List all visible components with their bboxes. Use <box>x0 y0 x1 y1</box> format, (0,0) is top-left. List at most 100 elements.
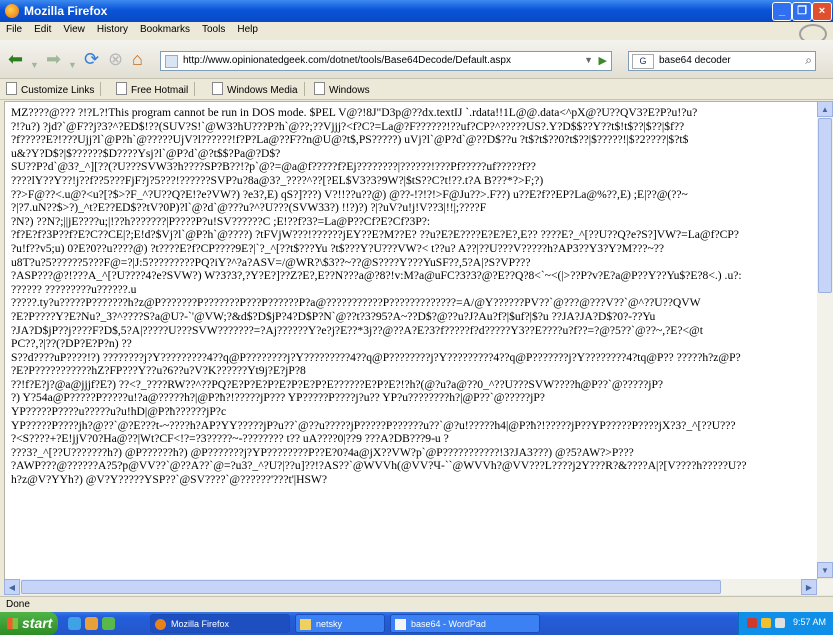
text-line: ?AWP???@??????A?5?p@VV??`@??A??`@=?u3?_^… <box>11 459 747 473</box>
scroll-up-arrow-icon[interactable]: ▲ <box>817 101 833 117</box>
task-label: base64 - WordPad <box>411 619 486 629</box>
menu-tools[interactable]: Tools <box>196 22 231 37</box>
page-icon <box>116 82 127 95</box>
bookmark-label: Customize Links <box>21 85 95 96</box>
menu-bar: File Edit View History Bookmarks Tools Help <box>0 22 833 44</box>
bookmarks-toolbar: Customize Links Free Hotmail Windows Med… <box>0 79 833 100</box>
back-history-dropdown-icon[interactable]: ▼ <box>30 54 39 76</box>
search-icon[interactable]: ⌕ <box>805 53 812 68</box>
task-wordpad[interactable]: base64 - WordPad <box>390 614 540 633</box>
scroll-right-arrow-icon[interactable]: ▶ <box>801 579 817 595</box>
text-line: ?f?????E?!???Ujj?l`@P?h`@?????UjV?l?????… <box>11 133 689 147</box>
text-line: ???3?_^[??U???????h?) @P??????h?) @P????… <box>11 445 634 459</box>
scroll-down-arrow-icon[interactable]: ▼ <box>817 562 833 578</box>
page-icon <box>212 82 223 95</box>
menu-edit[interactable]: Edit <box>28 22 57 37</box>
page-content[interactable]: MZ????@??? ?!?L?!This program cannot be … <box>4 101 818 580</box>
text-line: u&?Y?D$?|$??????$D????Ysj?l`@P?d`@?t$$?P… <box>11 146 281 160</box>
tray-volume-icon[interactable] <box>775 618 785 628</box>
firefox-quicklaunch-icon[interactable] <box>85 617 98 630</box>
tray-security-icon[interactable] <box>747 618 757 628</box>
bookmark-free-hotmail[interactable]: Free Hotmail <box>116 82 196 96</box>
page-icon <box>314 82 325 95</box>
task-label: netsky <box>316 619 343 629</box>
ie-quicklaunch-icon[interactable] <box>68 617 81 630</box>
stop-button[interactable]: ⊗ <box>108 48 123 70</box>
folder-icon <box>300 619 311 630</box>
wordpad-icon <box>395 619 406 630</box>
browser-window: Mozilla Firefox _ ❐ × File Edit View Histor… <box>0 0 833 612</box>
start-label: start <box>22 615 53 631</box>
status-text: Done <box>6 599 30 610</box>
task-netsky[interactable]: netsky <box>295 614 385 633</box>
start-button[interactable]: start <box>0 612 58 635</box>
text-line: MZ????@??? ?!?L?!This program cannot be … <box>11 106 698 119</box>
navigation-toolbar: ⬅ ▼ ➡ ▼ ⟳ ⊗ ⌂ http://www.opinionatedgeek… <box>0 40 833 79</box>
text-line: ?JA?D$jP??j????F?D$,5?A|?????U???SVW????… <box>11 323 703 337</box>
minimize-button[interactable]: _ <box>772 2 792 21</box>
forward-history-dropdown-icon[interactable]: ▼ <box>68 54 77 76</box>
text-line: ??!f?E?j?@a@jjjf?E?) ??<?_????RW??^??PQ?… <box>11 377 664 391</box>
page-icon <box>6 82 17 95</box>
text-line: ??>F@??<.u@?<u?[?$>?F_^?U??Q?E!?e?VW?) ?… <box>11 187 688 201</box>
bookmark-windows-media[interactable]: Windows Media <box>212 82 305 96</box>
text-line: ?E?P????Y?E?Nu?_3?^????S?a@U?-`'@VW;?&d$… <box>11 309 656 323</box>
menu-help[interactable]: Help <box>231 22 264 37</box>
text-line: ?E?P???????????hZ?FP???Y??u?6??u?V?K????… <box>11 364 306 378</box>
horizontal-scroll-thumb[interactable] <box>21 580 721 594</box>
vertical-scroll-thumb[interactable] <box>818 118 832 293</box>
title-bar[interactable]: Mozilla Firefox _ ❐ × <box>0 0 833 22</box>
task-firefox[interactable]: Mozilla Firefox <box>150 614 290 633</box>
reload-button[interactable]: ⟳ <box>84 48 99 70</box>
maximize-button[interactable]: ❐ <box>792 2 812 21</box>
forward-button[interactable]: ➡ <box>46 48 61 70</box>
page-favicon <box>165 55 178 68</box>
text-line: ?N?) ??N?;||jE????u;|!??h???????|P????P?… <box>11 214 431 228</box>
media-quicklaunch-icon[interactable] <box>102 617 115 630</box>
menu-history[interactable]: History <box>91 22 134 37</box>
text-line: ?u!f??v5;u) 0?E?0??u????@) ?t????E?f?CP?… <box>11 241 665 255</box>
go-button[interactable]: ▶ <box>599 54 607 67</box>
bookmark-customize-links[interactable]: Customize Links <box>6 82 102 96</box>
task-label: Mozilla Firefox <box>171 619 230 629</box>
text-line: S??d????uP????!?) ????????j?Y?????????4?… <box>11 350 741 364</box>
back-button[interactable]: ⬅ <box>8 48 23 70</box>
bookmark-label: Free Hotmail <box>131 85 189 96</box>
scroll-left-arrow-icon[interactable]: ◀ <box>4 579 20 595</box>
menu-view[interactable]: View <box>57 22 91 37</box>
bookmark-label: Windows Media <box>227 85 298 96</box>
text-line: ?ASP???@?!???A_^[?U????4?e?SVW?) W?3?3?,… <box>11 269 742 283</box>
text-line: ????lY??Y??!j??f??5???FjF?j?5???!??????S… <box>11 173 544 187</box>
address-bar[interactable]: http://www.opinionatedgeek.com/dotnet/to… <box>160 51 612 71</box>
text-line: u8T?u?5??????5???F@=?|J:5?????????PQ?iY?… <box>11 255 531 269</box>
text-line: ?<S????+?E!jjV?0?Ha@??|Wt?CF<!?=?3?????~… <box>11 432 449 446</box>
menu-file[interactable]: File <box>0 22 28 37</box>
text-line: ?|?7.uN??$>?)_^t?E??ED$??tV?0P)?l`@?d`@?… <box>11 201 487 215</box>
horizontal-scrollbar[interactable]: ◀ ▶ <box>4 579 833 595</box>
status-bar: Done <box>0 596 833 612</box>
tray-network-icon[interactable] <box>761 618 771 628</box>
menu-bookmarks[interactable]: Bookmarks <box>134 22 196 37</box>
search-input[interactable]: base64 decoder <box>659 55 731 66</box>
address-dropdown-icon[interactable]: ▼ <box>584 55 593 65</box>
text-line: YP?????P????jh?@??`@?E???t-~????h?AP?YY?… <box>11 418 736 432</box>
close-button[interactable]: × <box>812 2 832 21</box>
firefox-icon <box>155 619 166 630</box>
system-tray: 9:57 AM <box>738 612 833 635</box>
text-line: YP?????P????u?????u?u!hD|@P?ħ??????jP?c <box>11 405 227 419</box>
windows-logo-icon <box>7 618 18 629</box>
vertical-scrollbar[interactable]: ▲ ▼ <box>817 101 833 578</box>
bookmark-windows[interactable]: Windows <box>314 82 370 96</box>
text-line: ?!?u?) ?jd?`@F??j?3?^?ED$!??(SUV?S!`@W3?… <box>11 119 685 133</box>
firefox-icon <box>5 4 19 18</box>
home-button[interactable]: ⌂ <box>132 48 143 70</box>
bookmark-label: Windows <box>329 85 370 96</box>
text-line: ?????? ?????????u??????.u <box>11 282 137 296</box>
address-input[interactable]: http://www.opinionatedgeek.com/dotnet/to… <box>183 55 511 66</box>
text-line: ?????.ty?u?????P???????h?z@P???????P????… <box>11 296 701 310</box>
text-line: SU??P?d`@3?_^][??(?U???SVW3?h????SP?B??!… <box>11 160 536 174</box>
search-bar[interactable]: G base64 decoder ⌕ <box>628 51 816 71</box>
text-line: ?) Y?54a@P?????P?????u!?a@?????h?|@P?ħ?!… <box>11 391 545 405</box>
clock: 9:57 AM <box>792 617 826 627</box>
search-engine-selector[interactable]: G <box>632 54 654 69</box>
